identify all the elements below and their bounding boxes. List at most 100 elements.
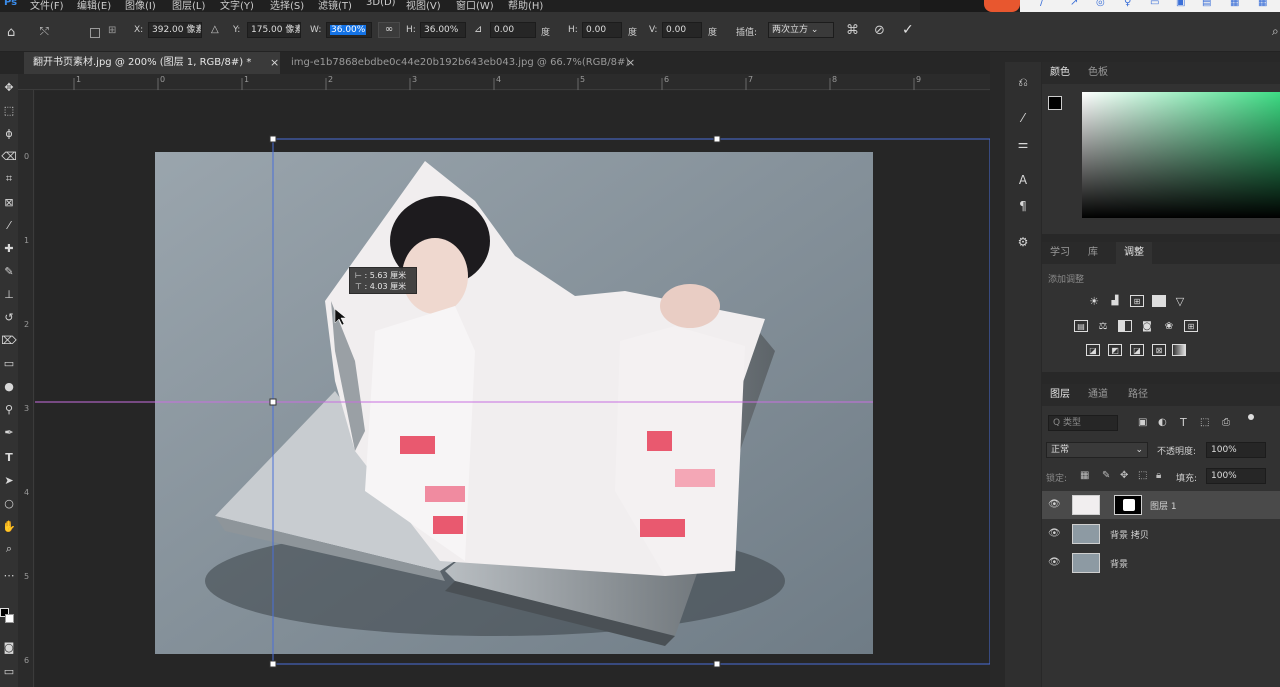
filter-image-icon[interactable]: ▣ bbox=[1138, 417, 1147, 428]
screen-mode-icon[interactable]: ▭ bbox=[1, 662, 17, 680]
menu-view[interactable]: 视图(V) bbox=[406, 0, 441, 12]
window-icon[interactable]: ▤ bbox=[1202, 0, 1211, 8]
eraser-tool-icon[interactable]: ⌦ bbox=[1, 331, 17, 349]
menu-edit[interactable]: 编辑(E) bbox=[77, 0, 111, 12]
transform-icon[interactable]: ⤲ bbox=[40, 25, 49, 39]
pen-icon[interactable]: / bbox=[1040, 0, 1043, 8]
x-field[interactable]: 392.00 像素 bbox=[148, 22, 202, 38]
cancel-icon[interactable]: ⊘ bbox=[874, 23, 885, 38]
h-field[interactable]: 36.00% bbox=[420, 22, 466, 38]
foreground-swatch[interactable] bbox=[1048, 96, 1062, 110]
stamp-tool-icon[interactable]: ⊥ bbox=[1, 285, 17, 303]
color-picker-field[interactable] bbox=[1082, 92, 1280, 218]
gradient-map-icon[interactable] bbox=[1172, 344, 1186, 356]
layout-icon[interactable]: ▦ bbox=[1230, 0, 1239, 8]
lock-all-icon[interactable]: 🔒︎ bbox=[1156, 470, 1161, 481]
threshold-icon[interactable]: ◪ bbox=[1130, 344, 1144, 356]
circle-icon[interactable]: ◎ bbox=[1096, 0, 1105, 8]
y-field[interactable]: 175.00 像素 bbox=[247, 22, 301, 38]
posterize-icon[interactable]: ◩ bbox=[1108, 344, 1122, 356]
frame-tool-icon[interactable]: ⊠ bbox=[1, 193, 17, 211]
delta-icon[interactable]: △ bbox=[211, 24, 219, 35]
menu-help[interactable]: 帮助(H) bbox=[508, 0, 543, 12]
paragraph-icon[interactable]: ¶ bbox=[1013, 196, 1033, 216]
arrow-icon[interactable]: ↗ bbox=[1070, 0, 1078, 8]
menu-window[interactable]: 窗口(W) bbox=[456, 0, 494, 12]
tab-channels[interactable]: 通道 bbox=[1080, 384, 1116, 406]
gradient-tool-icon[interactable]: ▭ bbox=[1, 354, 17, 372]
crop-tool-icon[interactable]: ⌗ bbox=[1, 170, 17, 188]
move-tool-icon[interactable]: ✥ bbox=[1, 78, 17, 96]
reference-point-icon[interactable]: ⊞ bbox=[108, 25, 116, 36]
fill-field[interactable]: 100% bbox=[1206, 468, 1266, 484]
layer-row[interactable]: 👁︎ 图层 1 bbox=[1042, 491, 1280, 519]
curves-icon[interactable]: ⊞ bbox=[1130, 295, 1144, 307]
channel-mixer-icon[interactable]: ❀ bbox=[1162, 320, 1176, 332]
pen-tool-icon[interactable]: ✒ bbox=[1, 423, 17, 441]
balance-icon[interactable]: ⚖ bbox=[1096, 320, 1110, 332]
photo-filter-icon[interactable]: ◙ bbox=[1140, 320, 1154, 332]
exposure-icon[interactable] bbox=[1152, 295, 1166, 307]
history-icon[interactable]: ⎌ bbox=[1013, 72, 1033, 92]
search-icon[interactable]: ⌕ bbox=[1272, 24, 1279, 39]
filter-shape-icon[interactable]: ⬚ bbox=[1200, 417, 1209, 428]
marquee-tool-icon[interactable]: ⬚ bbox=[1, 101, 17, 119]
background-color-swatch[interactable] bbox=[5, 614, 14, 623]
lock-transparent-icon[interactable]: ▦ bbox=[1080, 470, 1089, 481]
menu-3d[interactable]: 3D(D) bbox=[366, 0, 396, 8]
hskew-field[interactable]: 0.00 bbox=[582, 22, 622, 38]
hue-icon[interactable]: ▤ bbox=[1074, 320, 1088, 332]
tab-color[interactable]: 颜色 bbox=[1042, 62, 1078, 84]
character-icon[interactable]: A bbox=[1013, 170, 1033, 190]
invert-icon[interactable]: ◪ bbox=[1086, 344, 1100, 356]
lock-position-icon[interactable]: ✥ bbox=[1120, 470, 1128, 481]
layer-row[interactable]: 👁︎ 背景 拷贝 bbox=[1042, 520, 1280, 548]
path-select-tool-icon[interactable]: ➤ bbox=[1, 471, 17, 489]
tab-close-icon[interactable]: × bbox=[270, 56, 279, 69]
filter-adjust-icon[interactable]: ◐ bbox=[1158, 417, 1167, 428]
eyedropper-tool-icon[interactable]: ⁄ bbox=[1, 216, 17, 234]
dodge-tool-icon[interactable]: ⚲ bbox=[1, 400, 17, 418]
menu-select[interactable]: 选择(S) bbox=[270, 0, 304, 12]
quick-select-tool-icon[interactable]: ⌫ bbox=[1, 147, 17, 165]
reference-checkbox[interactable] bbox=[90, 28, 100, 38]
tab-learn[interactable]: 学习 bbox=[1042, 242, 1078, 264]
eye-icon[interactable]: 👁︎ bbox=[1048, 528, 1061, 539]
tab-swatches[interactable]: 色板 bbox=[1080, 62, 1116, 84]
screen-icon[interactable]: ▭ bbox=[1150, 0, 1159, 8]
angle-field[interactable]: 0.00 bbox=[490, 22, 536, 38]
tab-active-document[interactable]: 翻开书页素材.jpg @ 200% (图层 1, RGB/8#) * bbox=[24, 52, 280, 74]
tab-paths[interactable]: 路径 bbox=[1120, 384, 1156, 406]
vskew-field[interactable]: 0.00 bbox=[662, 22, 702, 38]
tab-layers[interactable]: 图层 bbox=[1042, 384, 1078, 406]
layer-mask-thumbnail[interactable] bbox=[1114, 495, 1142, 515]
w-field[interactable]: 36.00% bbox=[326, 22, 372, 38]
lasso-tool-icon[interactable]: ϕ bbox=[1, 124, 17, 142]
zoom-tool-icon[interactable]: ⌕ bbox=[1, 540, 17, 558]
home-icon[interactable]: ⌂ bbox=[7, 25, 15, 40]
mic-icon[interactable]: ♀ bbox=[1124, 0, 1131, 8]
blend-mode-select[interactable]: 正常 ⌄ bbox=[1046, 442, 1148, 458]
healing-tool-icon[interactable]: ✚ bbox=[1, 239, 17, 257]
warp-icon[interactable]: ⌘ bbox=[846, 23, 859, 38]
glyphs-icon[interactable]: ⚙ bbox=[1013, 232, 1033, 252]
canvas-area[interactable]: ⊢ : 5.63 厘米 ⊤ : 4.03 厘米 bbox=[35, 91, 990, 687]
levels-icon[interactable]: ▟ bbox=[1108, 295, 1122, 307]
filter-smart-icon[interactable]: ⎙ bbox=[1222, 417, 1230, 428]
more-tools-icon[interactable]: ⋯ bbox=[1, 566, 17, 584]
grid-icon[interactable]: ▦ bbox=[1258, 0, 1267, 8]
lookup-icon[interactable]: ⊞ bbox=[1184, 320, 1198, 332]
opacity-field[interactable]: 100% bbox=[1206, 442, 1266, 458]
brush-tool-icon[interactable]: ✎ bbox=[1, 262, 17, 280]
brush-settings-icon[interactable]: ⁄ bbox=[1013, 108, 1033, 128]
lock-artboard-icon[interactable]: ⬚ bbox=[1138, 470, 1147, 481]
tab-document-2[interactable]: img-e1b7868ebdbe0c44e20b192b643eb043.jpg… bbox=[282, 52, 642, 74]
lock-pixels-icon[interactable]: ✎ bbox=[1102, 470, 1110, 481]
menu-layer[interactable]: 图层(L) bbox=[172, 0, 205, 12]
link-icon[interactable]: ∞ bbox=[378, 22, 400, 38]
layer-row[interactable]: 👁︎ 背景 bbox=[1042, 549, 1280, 577]
ellipse-tool-icon[interactable]: ○ bbox=[1, 494, 17, 512]
interp-select[interactable]: 两次立方 ⌄ bbox=[768, 22, 834, 38]
quick-mask-icon[interactable]: ◙ bbox=[1, 638, 17, 656]
history-brush-tool-icon[interactable]: ↺ bbox=[1, 308, 17, 326]
